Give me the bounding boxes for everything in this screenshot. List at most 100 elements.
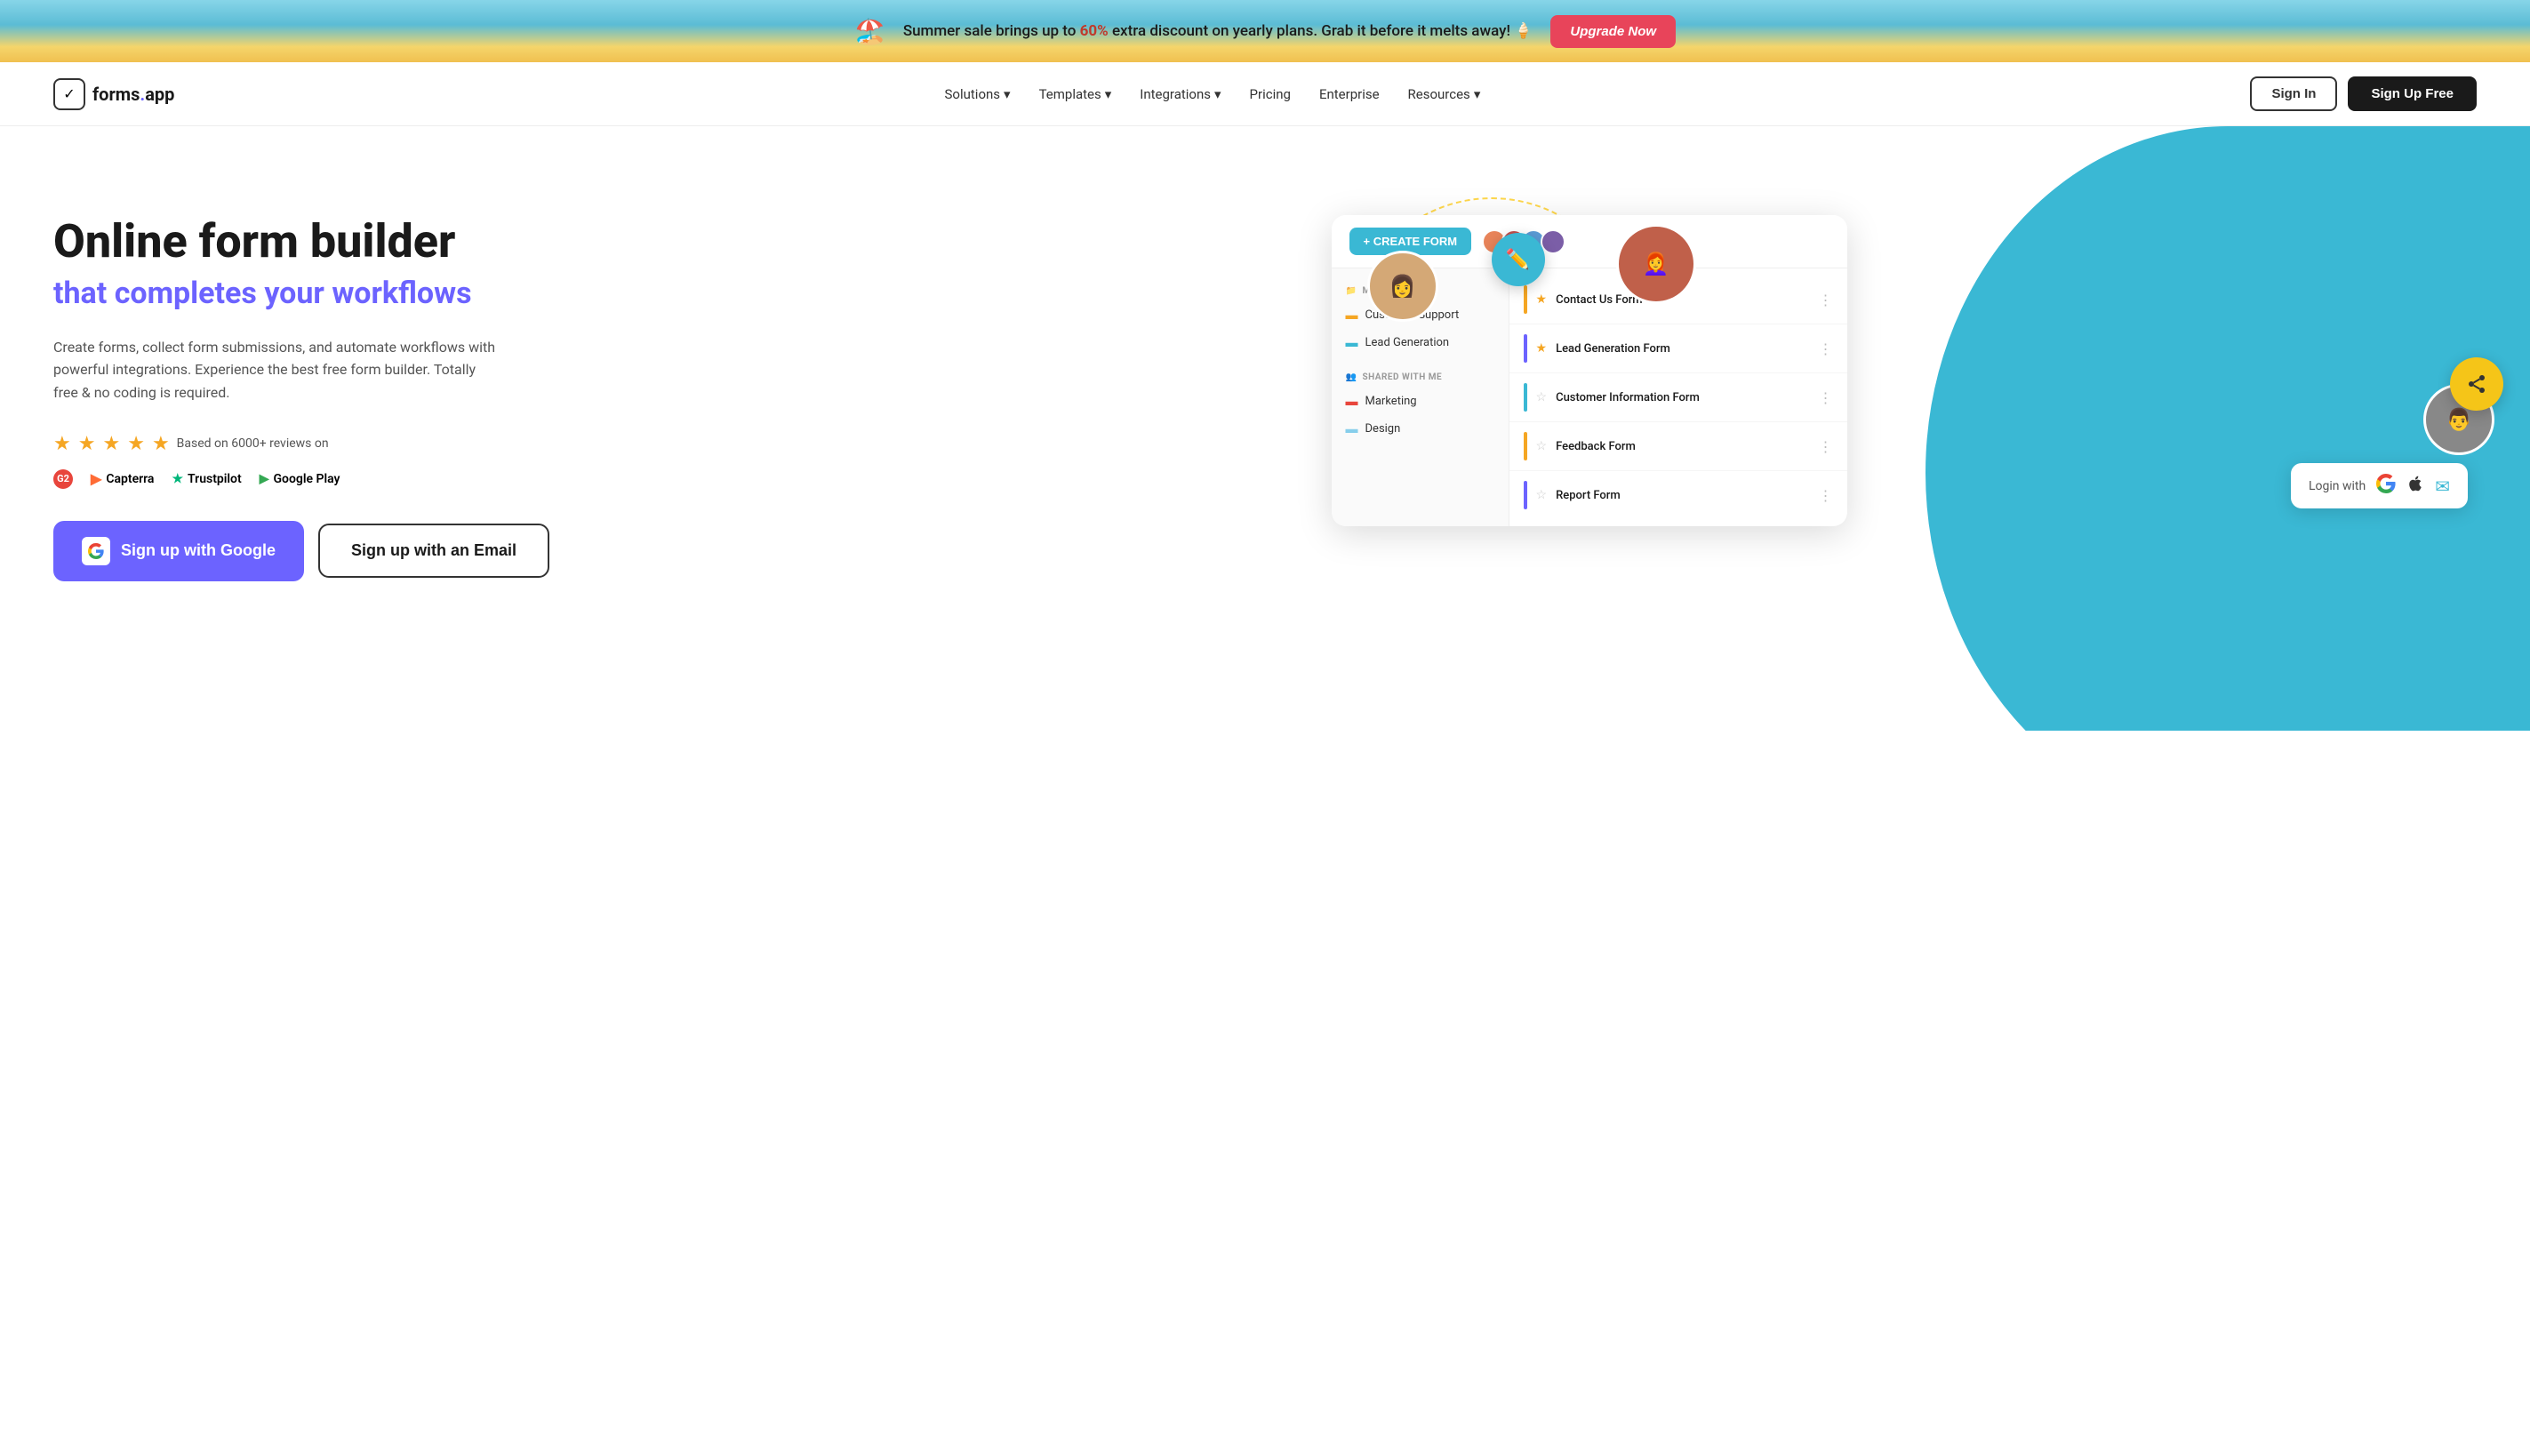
more-options-icon[interactable]: ⋮: [1819, 438, 1833, 455]
star-outline-icon: ☆: [1536, 488, 1548, 502]
sidebar-item-marketing[interactable]: ▬ Marketing: [1332, 388, 1509, 415]
avatar: [1541, 229, 1565, 254]
g2-icon: G2: [53, 469, 73, 489]
form-title: Report Form: [1556, 489, 1809, 502]
logo-text: forms.app: [92, 84, 174, 105]
trustpilot-label: Trustpilot: [188, 472, 242, 486]
google-icon: [82, 537, 110, 565]
nav-links: Solutions ▾ Templates ▾ Integrations ▾ P…: [945, 86, 1481, 102]
share-icon: [2450, 357, 2503, 411]
star-icon: ★: [78, 433, 96, 455]
navbar: ✓ forms.app Solutions ▾ Templates ▾ Inte…: [0, 62, 2530, 126]
shared-label: SHARED WITH ME: [1362, 372, 1442, 382]
upgrade-now-button[interactable]: Upgrade Now: [1550, 15, 1676, 48]
logo-icon: ✓: [53, 78, 85, 110]
pencil-icon: ✏️: [1492, 233, 1545, 286]
forms-panel: ★ Contact Us Form ⋮ ★ Lead Generation Fo…: [1509, 268, 1847, 526]
hero-title: Online form builder: [53, 215, 1314, 268]
capterra-logo: ▶ Capterra: [91, 470, 154, 487]
star-icon: ★: [53, 433, 71, 455]
form-title: Feedback Form: [1556, 440, 1809, 453]
folder-yellow-icon: ▬: [1346, 308, 1358, 323]
google-login-icon[interactable]: [2376, 474, 2396, 498]
avatar-woman: 👩: [1367, 251, 1438, 322]
nav-pricing[interactable]: Pricing: [1250, 86, 1291, 102]
sidebar-item-label: Design: [1365, 422, 1401, 436]
signup-google-label: Sign up with Google: [121, 541, 276, 560]
more-options-icon[interactable]: ⋮: [1819, 487, 1833, 504]
login-widget: Login with ✉: [2291, 463, 2468, 508]
sidebar-item-design[interactable]: ▬ Design: [1332, 415, 1509, 443]
chevron-down-icon: ▾: [1214, 86, 1221, 102]
hero-left: Online form builder that completes your …: [53, 180, 1314, 581]
nav-templates[interactable]: Templates ▾: [1039, 86, 1112, 102]
banner-icon: 🏖️: [854, 17, 885, 46]
chevron-down-icon: ▾: [1004, 86, 1011, 102]
hero-description: Create forms, collect form submissions, …: [53, 336, 498, 404]
googleplay-icon: ▶: [260, 472, 269, 486]
shared-section: 👥 SHARED WITH ME: [1332, 367, 1509, 388]
form-title: Contact Us Form: [1556, 293, 1809, 307]
signin-button[interactable]: Sign In: [2250, 76, 2337, 111]
folder-red-icon: ▬: [1346, 394, 1358, 409]
trustpilot-logo: ★ Trustpilot: [172, 472, 241, 486]
nav-resources[interactable]: Resources ▾: [1408, 86, 1481, 102]
star-icon: ★: [102, 433, 120, 455]
sidebar-item-lead-generation[interactable]: ▬ Lead Generation: [1332, 329, 1509, 356]
banner-text: Summer sale brings up to 60% extra disco…: [903, 22, 1533, 40]
hero-right: 👩 👩‍🦰 👨 ✏️ + CREATE FORM: [1314, 180, 2477, 526]
nav-integrations[interactable]: Integrations ▾: [1140, 86, 1221, 102]
avatar-woman2: 👩‍🦰: [1616, 224, 1696, 304]
more-options-icon[interactable]: ⋮: [1819, 389, 1833, 406]
logo[interactable]: ✓ forms.app: [53, 78, 174, 110]
form-title: Customer Information Form: [1556, 391, 1809, 404]
form-color-indicator: [1524, 383, 1527, 412]
star-filled-icon: ★: [1536, 341, 1548, 356]
capterra-label: Capterra: [106, 472, 154, 486]
form-row[interactable]: ☆ Report Form ⋮: [1509, 471, 1847, 519]
shared-icon: 👥: [1346, 372, 1357, 382]
review-stars: ★ ★ ★ ★ ★ Based on 6000+ reviews on: [53, 433, 1314, 455]
cta-buttons: Sign up with Google Sign up with an Emai…: [53, 521, 1314, 581]
star-filled-icon: ★: [1536, 292, 1548, 307]
form-color-indicator: [1524, 334, 1527, 363]
signup-button[interactable]: Sign Up Free: [2348, 76, 2477, 111]
more-options-icon[interactable]: ⋮: [1819, 292, 1833, 308]
apple-login-icon[interactable]: [2406, 475, 2424, 497]
nav-actions: Sign In Sign Up Free: [2250, 76, 2477, 111]
form-row[interactable]: ★ Lead Generation Form ⋮: [1509, 324, 1847, 373]
g2-logo: G2: [53, 469, 73, 489]
login-with-label: Login with: [2309, 479, 2366, 493]
review-text: Based on 6000+ reviews on: [177, 436, 329, 451]
star-icon: ★: [127, 433, 145, 455]
capterra-icon: ▶: [91, 470, 101, 487]
googleplay-label: Google Play: [273, 472, 340, 486]
form-color-indicator: [1524, 432, 1527, 460]
form-color-indicator: [1524, 481, 1527, 509]
star-outline-icon: ☆: [1536, 439, 1548, 453]
review-logos: G2 ▶ Capterra ★ Trustpilot ▶ Google Play: [53, 469, 1314, 489]
googleplay-logo: ▶ Google Play: [260, 472, 340, 486]
signup-email-button[interactable]: Sign up with an Email: [318, 524, 549, 578]
sidebar-item-label: Marketing: [1365, 395, 1417, 408]
nav-solutions[interactable]: Solutions ▾: [945, 86, 1011, 102]
chevron-down-icon: ▾: [1105, 86, 1112, 102]
more-options-icon[interactable]: ⋮: [1819, 340, 1833, 357]
promo-banner: 🏖️ Summer sale brings up to 60% extra di…: [0, 0, 2530, 62]
email-login-icon[interactable]: ✉: [2435, 476, 2450, 497]
trustpilot-icon: ★: [172, 472, 183, 486]
folder-blue-icon: ▬: [1346, 335, 1358, 350]
form-row[interactable]: ☆ Feedback Form ⋮: [1509, 422, 1847, 471]
hero-subtitle: that completes your workflows: [53, 276, 1314, 311]
star-outline-icon: ☆: [1536, 390, 1548, 404]
chevron-down-icon: ▾: [1474, 86, 1481, 102]
folder-icon: 📁: [1346, 286, 1357, 296]
hero-section: Online form builder that completes your …: [0, 126, 2530, 731]
signup-google-button[interactable]: Sign up with Google: [53, 521, 304, 581]
form-title: Lead Generation Form: [1556, 342, 1809, 356]
form-row[interactable]: ☆ Customer Information Form ⋮: [1509, 373, 1847, 422]
star-icon: ★: [152, 433, 170, 455]
sidebar-item-label: Lead Generation: [1365, 336, 1450, 349]
folder-lightblue-icon: ▬: [1346, 421, 1358, 436]
nav-enterprise[interactable]: Enterprise: [1319, 86, 1380, 102]
